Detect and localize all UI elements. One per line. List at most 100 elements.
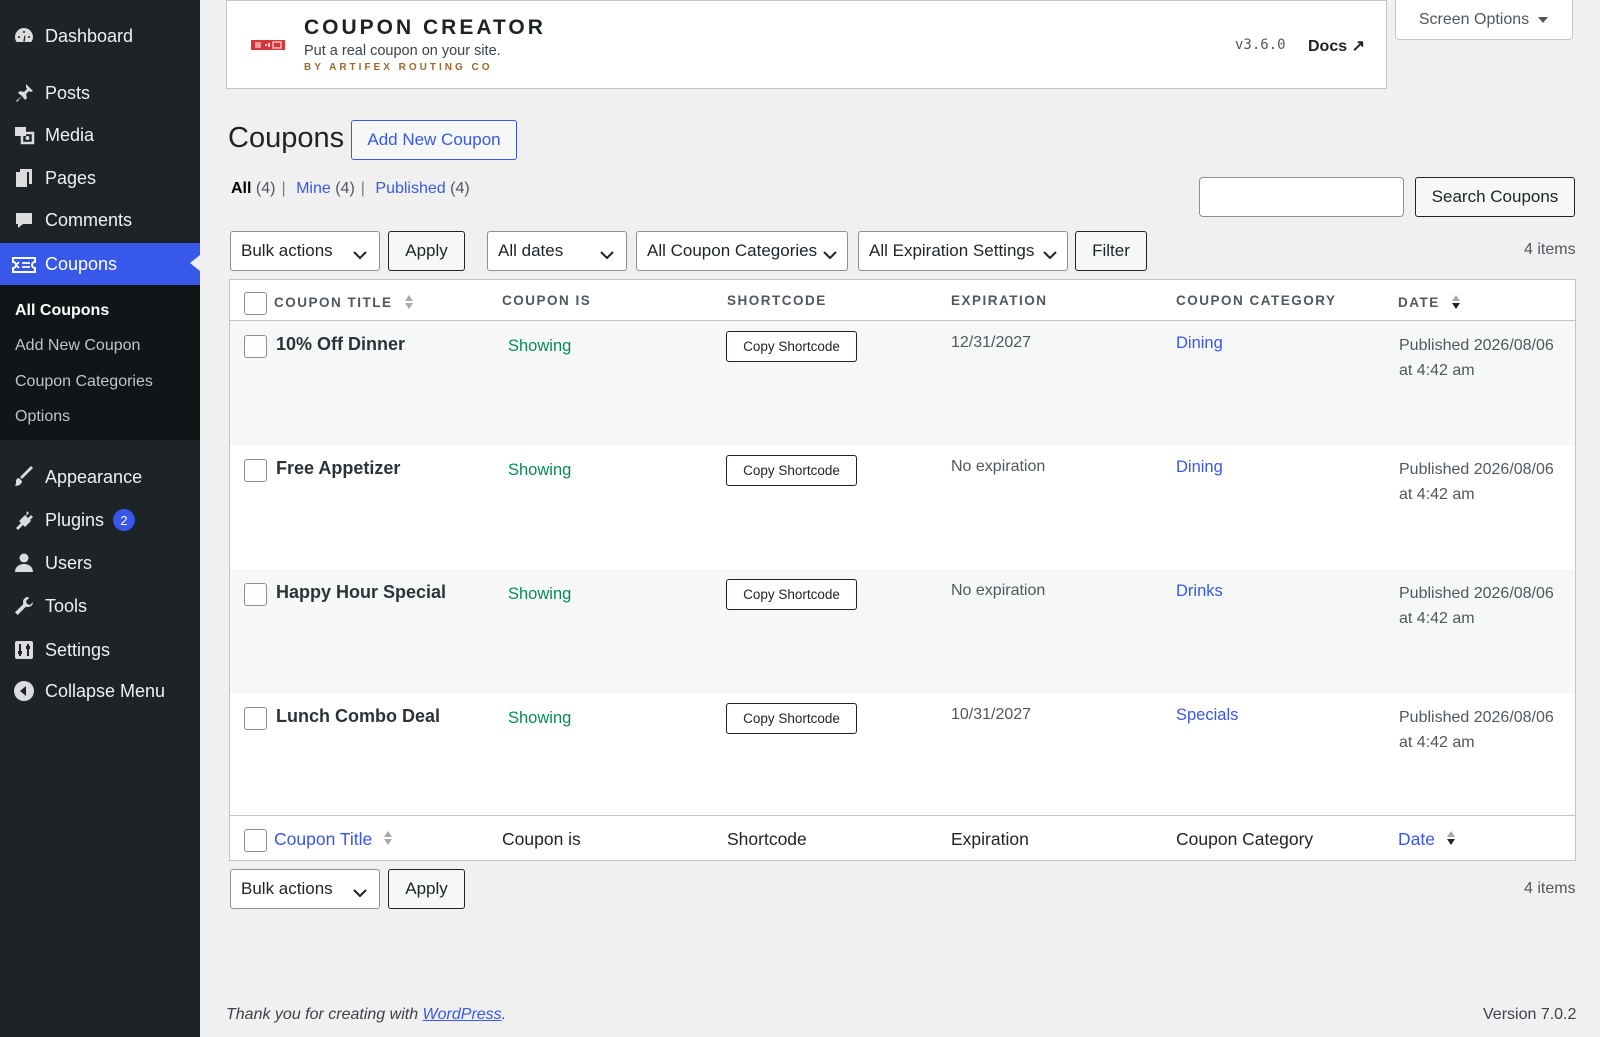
items-count-top: 4 items bbox=[1524, 241, 1576, 258]
table-header: COUPON TITLE COUPON IS SHORTCODE EXPIRAT… bbox=[230, 280, 1575, 321]
admin-sidebar: Dashboard Posts Media Pages Comments Cou… bbox=[0, 0, 200, 1037]
submenu-add-new-coupon[interactable]: Add New Coupon bbox=[15, 337, 140, 355]
view-mine[interactable]: Mine bbox=[296, 180, 331, 197]
coupon-expiration: No expiration bbox=[951, 582, 1046, 599]
coupon-category-link[interactable]: Dining bbox=[1176, 458, 1223, 477]
select-all-checkbox-bottom[interactable] bbox=[244, 829, 267, 852]
column-header-coupon-category: COUPON CATEGORY bbox=[1176, 293, 1337, 308]
coupon-logo-icon bbox=[251, 38, 285, 52]
view-all[interactable]: All bbox=[231, 180, 251, 197]
apply-button-top[interactable]: Apply bbox=[388, 231, 465, 271]
brush-icon bbox=[12, 465, 36, 489]
view-published-count: (4) bbox=[450, 180, 470, 197]
sort-icon bbox=[404, 293, 414, 314]
column-header-expiration: EXPIRATION bbox=[951, 293, 1048, 308]
coupon-category-link[interactable]: Specials bbox=[1176, 706, 1238, 725]
coupon-category-link[interactable]: Dining bbox=[1176, 334, 1223, 353]
chevron-down-icon bbox=[600, 245, 614, 265]
plugin-tagline: Put a real coupon on your site. bbox=[304, 43, 501, 59]
footer-coupon-category: Coupon Category bbox=[1176, 829, 1314, 849]
row-checkbox[interactable] bbox=[244, 335, 267, 358]
expiration-filter-select[interactable]: All Expiration Settings bbox=[858, 231, 1068, 271]
copy-shortcode-button[interactable]: Copy Shortcode bbox=[726, 331, 857, 362]
row-checkbox[interactable] bbox=[244, 583, 267, 606]
menu-item-dashboard[interactable]: Dashboard bbox=[0, 16, 200, 56]
bulk-actions-select-top[interactable]: Bulk actions bbox=[230, 231, 380, 271]
menu-label: Settings bbox=[45, 639, 111, 660]
menu-label: Posts bbox=[45, 82, 91, 103]
settings-icon bbox=[12, 638, 36, 662]
media-icon bbox=[12, 123, 36, 147]
menu-item-tools[interactable]: Tools bbox=[0, 586, 200, 626]
coupon-title-link[interactable]: Lunch Combo Deal bbox=[276, 706, 440, 727]
menu-label: Appearance bbox=[45, 466, 143, 487]
table-footer: Coupon Title Coupon is Shortcode Expirat… bbox=[230, 815, 1575, 860]
select-all-checkbox[interactable] bbox=[244, 292, 267, 315]
coupon-title-link[interactable]: 10% Off Dinner bbox=[276, 334, 405, 355]
menu-item-pages[interactable]: Pages bbox=[0, 158, 200, 198]
dashboard-icon bbox=[12, 24, 36, 48]
column-header-coupon-title[interactable]: COUPON TITLE bbox=[274, 293, 414, 314]
table-row: 10% Off Dinner Showing Copy Shortcode 12… bbox=[230, 321, 1575, 445]
menu-item-settings[interactable]: Settings bbox=[0, 630, 200, 670]
footer-sort-date[interactable]: Date bbox=[1398, 829, 1456, 852]
sort-icon bbox=[1451, 293, 1461, 314]
menu-item-comments[interactable]: Comments bbox=[0, 200, 200, 240]
chevron-down-icon bbox=[1043, 245, 1057, 265]
coupon-status: Showing bbox=[508, 585, 572, 603]
table-row: Happy Hour Special Showing Copy Shortcod… bbox=[230, 569, 1575, 693]
column-header-coupon-is: COUPON IS bbox=[502, 293, 592, 308]
search-input[interactable] bbox=[1199, 177, 1404, 217]
menu-item-collapse[interactable]: Collapse Menu bbox=[0, 671, 200, 711]
chevron-down-icon bbox=[353, 883, 367, 903]
row-checkbox[interactable] bbox=[244, 707, 267, 730]
view-filters: All (4) | Mine (4) | Published (4) bbox=[231, 180, 470, 197]
view-published[interactable]: Published bbox=[375, 180, 445, 197]
wrench-icon bbox=[12, 594, 36, 618]
footer-sort-coupon-title[interactable]: Coupon Title bbox=[274, 829, 393, 852]
menu-item-appearance[interactable]: Appearance bbox=[0, 457, 200, 497]
copy-shortcode-button[interactable]: Copy Shortcode bbox=[726, 455, 857, 486]
coupon-title-link[interactable]: Free Appetizer bbox=[276, 458, 400, 479]
plug-icon bbox=[12, 508, 36, 532]
column-header-date[interactable]: DATE bbox=[1398, 293, 1461, 314]
copy-shortcode-button[interactable]: Copy Shortcode bbox=[726, 579, 857, 610]
search-coupons-button[interactable]: Search Coupons bbox=[1415, 177, 1575, 217]
menu-label: Coupons bbox=[45, 254, 118, 274]
ticket-icon bbox=[12, 253, 36, 277]
menu-item-plugins[interactable]: Plugins 2 bbox=[0, 500, 200, 540]
coupon-category-link[interactable]: Drinks bbox=[1176, 582, 1223, 601]
coupons-table: COUPON TITLE COUPON IS SHORTCODE EXPIRAT… bbox=[229, 279, 1576, 861]
menu-label: Media bbox=[45, 124, 95, 145]
menu-item-posts[interactable]: Posts bbox=[0, 73, 200, 113]
coupon-status: Showing bbox=[508, 337, 572, 355]
copy-shortcode-button[interactable]: Copy Shortcode bbox=[726, 703, 857, 734]
add-new-coupon-button[interactable]: Add New Coupon bbox=[351, 120, 517, 160]
menu-item-coupons[interactable]: Coupons bbox=[0, 243, 200, 286]
filter-button[interactable]: Filter bbox=[1075, 231, 1147, 271]
coupon-status: Showing bbox=[508, 709, 572, 727]
menu-item-users[interactable]: Users bbox=[0, 543, 200, 583]
menu-label: Plugins bbox=[45, 509, 105, 530]
menu-item-media[interactable]: Media bbox=[0, 115, 200, 155]
submenu-coupon-categories[interactable]: Coupon Categories bbox=[15, 373, 153, 391]
docs-link[interactable]: Docs ↗ bbox=[1308, 36, 1365, 56]
menu-label: Pages bbox=[45, 167, 97, 188]
wordpress-link[interactable]: WordPress bbox=[423, 1006, 502, 1023]
submenu-all-coupons[interactable]: All Coupons bbox=[15, 302, 109, 320]
screen-options-button[interactable]: Screen Options bbox=[1395, 0, 1573, 40]
screen-options-label: Screen Options bbox=[1418, 10, 1530, 28]
plugin-title: COUPON CREATOR bbox=[304, 16, 546, 39]
coupon-expiration: 12/31/2027 bbox=[951, 334, 1032, 351]
row-checkbox[interactable] bbox=[244, 459, 267, 482]
bulk-actions-select-bottom[interactable]: Bulk actions bbox=[230, 869, 380, 909]
bulk-actions-label: Bulk actions bbox=[241, 879, 333, 898]
footer-thanks: Thank you for creating with WordPress. bbox=[226, 1006, 507, 1023]
coupon-title-link[interactable]: Happy Hour Special bbox=[276, 582, 446, 603]
coupons-submenu: All Coupons Add New Coupon Coupon Catego… bbox=[0, 285, 200, 440]
coupon-categories-filter-select[interactable]: All Coupon Categories bbox=[636, 231, 848, 271]
apply-button-bottom[interactable]: Apply bbox=[388, 869, 465, 909]
dates-filter-select[interactable]: All dates bbox=[487, 231, 627, 271]
submenu-options[interactable]: Options bbox=[15, 408, 70, 426]
coupon-date: Published 2026/08/06 at 4:42 am bbox=[1399, 709, 1554, 751]
